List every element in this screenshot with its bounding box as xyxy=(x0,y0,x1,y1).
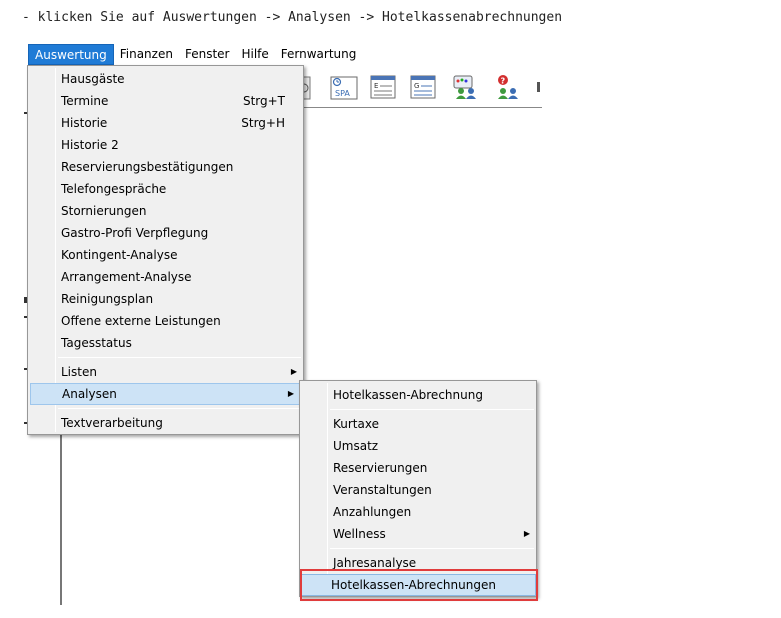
submenu-arrow-icon: ▶ xyxy=(287,389,294,398)
menu-separator xyxy=(330,548,534,549)
menu-item-hausgaeste[interactable]: Hausgäste xyxy=(28,68,303,90)
menu-item-label: Kurtaxe xyxy=(333,417,379,431)
shortcut-label: Strg+H xyxy=(241,116,285,130)
submenu-arrow-icon: ▶ xyxy=(523,529,530,538)
auswertung-dropdown: Hausgäste Termine Strg+T Historie Strg+H H… xyxy=(27,65,304,435)
svg-text:?: ? xyxy=(501,77,506,86)
menu-item-stornierungen[interactable]: Stornierungen xyxy=(28,200,303,222)
menu-item-offene-externe-leistungen[interactable]: Offene externe Leistungen xyxy=(28,310,303,332)
menu-item-reinigungsplan[interactable]: Reinigungsplan xyxy=(28,288,303,310)
menu-item-wellness[interactable]: Wellness ▶ xyxy=(300,523,536,545)
spa-label: SPA xyxy=(335,89,350,98)
menu-item-label: Reinigungsplan xyxy=(61,292,154,306)
svg-text:E: E xyxy=(374,82,378,90)
document-e-icon[interactable]: E xyxy=(370,74,396,100)
menu-item-label: Arrangement-Analyse xyxy=(61,270,192,284)
menu-item-umsatz[interactable]: Umsatz xyxy=(300,435,536,457)
menu-fenster[interactable]: Fenster xyxy=(179,44,236,65)
menu-item-label: Historie xyxy=(61,116,108,130)
menu-item-veranstaltungen[interactable]: Veranstaltungen xyxy=(300,479,536,501)
menu-item-label: Textverarbeitung xyxy=(61,416,163,430)
window-frame-line xyxy=(60,430,62,605)
svg-text:G: G xyxy=(414,82,419,90)
menu-item-tagesstatus[interactable]: Tagesstatus xyxy=(28,332,303,354)
analysen-submenu: Hotelkassen-Abrechnung Kurtaxe Umsatz Re… xyxy=(299,380,537,597)
menu-hilfe[interactable]: Hilfe xyxy=(235,44,274,65)
menu-item-label: Wellness xyxy=(333,527,386,541)
submenu-arrow-icon: ▶ xyxy=(290,367,297,376)
menu-item-kontingent-analyse[interactable]: Kontingent-Analyse xyxy=(28,244,303,266)
toolbar: SPA E G ? xyxy=(299,72,542,108)
menu-item-label: Umsatz xyxy=(333,439,379,453)
document-g-icon[interactable]: G xyxy=(410,74,436,100)
highlight-annotation-box xyxy=(300,569,538,601)
menu-item-label: Veranstaltungen xyxy=(333,483,432,497)
menu-item-label: Analysen xyxy=(62,387,117,401)
users-help-icon[interactable]: ? xyxy=(494,74,520,100)
menu-item-label: Reservierungsbestätigungen xyxy=(61,160,234,174)
menu-item-label: Stornierungen xyxy=(61,204,147,218)
menu-item-label: Tagesstatus xyxy=(61,336,132,350)
menu-item-label: Anzahlungen xyxy=(333,505,412,519)
menu-item-label: Hausgäste xyxy=(61,72,125,86)
menu-item-hotelkassen-abrechnung[interactable]: Hotelkassen-Abrechnung xyxy=(300,384,536,406)
menu-item-label: Listen xyxy=(61,365,97,379)
menu-item-historie[interactable]: Historie Strg+H xyxy=(28,112,303,134)
menu-item-kurtaxe[interactable]: Kurtaxe xyxy=(300,413,536,435)
menu-item-label: Historie 2 xyxy=(61,138,119,152)
menu-fernwartung[interactable]: Fernwartung xyxy=(275,44,363,65)
menu-item-anzahlungen[interactable]: Anzahlungen xyxy=(300,501,536,523)
menu-item-arrangement-analyse[interactable]: Arrangement-Analyse xyxy=(28,266,303,288)
menu-item-gastro-profi[interactable]: Gastro-Profi Verpflegung xyxy=(28,222,303,244)
menu-item-label: Telefongespräche xyxy=(61,182,167,196)
menu-item-label: Jahresanalyse xyxy=(333,556,417,570)
menu-auswertung[interactable]: Auswertung xyxy=(28,44,114,65)
menu-item-historie-2[interactable]: Historie 2 xyxy=(28,134,303,156)
menu-item-textverarbeitung[interactable]: Textverarbeitung xyxy=(28,412,303,434)
menu-bar: Auswertung Finanzen Fenster Hilfe Fernwa… xyxy=(28,44,362,65)
instruction-text: - klicken Sie auf Auswertungen -> Analys… xyxy=(22,10,563,25)
menu-separator xyxy=(58,408,301,409)
menu-item-analysen[interactable]: Analysen ▶ xyxy=(30,383,301,405)
menu-item-reservierungsbestaetigungen[interactable]: Reservierungsbestätigungen xyxy=(28,156,303,178)
menu-item-reservierungen[interactable]: Reservierungen xyxy=(300,457,536,479)
menu-item-telefongespraeche[interactable]: Telefongespräche xyxy=(28,178,303,200)
spa-icon[interactable]: SPA xyxy=(330,74,358,100)
menu-item-label: Offene externe Leistungen xyxy=(61,314,221,328)
menu-separator xyxy=(330,409,534,410)
menu-item-termine[interactable]: Termine Strg+T xyxy=(28,90,303,112)
menu-item-label: Kontingent-Analyse xyxy=(61,248,178,262)
menu-item-label: Reservierungen xyxy=(333,461,428,475)
shortcut-label: Strg+T xyxy=(242,94,285,108)
menu-separator xyxy=(58,357,301,358)
menu-item-label: Gastro-Profi Verpflegung xyxy=(61,226,209,240)
users-palette-icon[interactable] xyxy=(452,74,478,100)
toolbar-overflow-icon[interactable] xyxy=(536,74,542,100)
menu-finanzen[interactable]: Finanzen xyxy=(114,44,179,65)
menu-item-label: Hotelkassen-Abrechnung xyxy=(333,388,483,402)
toolbar-divider xyxy=(300,107,542,108)
menu-item-label: Termine xyxy=(61,94,109,108)
menu-item-listen[interactable]: Listen ▶ xyxy=(28,361,303,383)
